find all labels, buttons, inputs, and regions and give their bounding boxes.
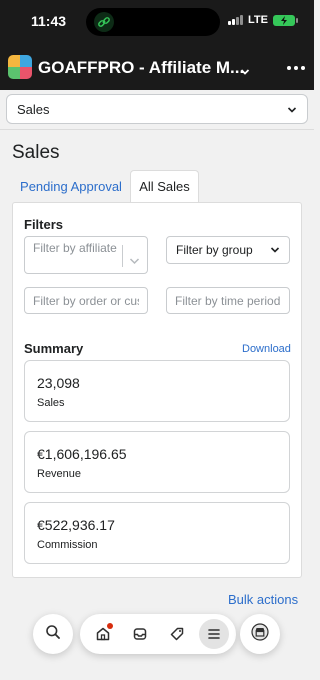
affiliate-filter-placeholder: Filter by affiliate — [33, 241, 117, 255]
metric-value: €522,936.17 — [37, 517, 115, 533]
chevron-down-icon — [129, 252, 140, 270]
app-logo-icon — [8, 55, 32, 79]
metric-value: €1,606,196.65 — [37, 446, 127, 462]
chevron-down-icon — [270, 243, 280, 257]
divider — [0, 129, 314, 130]
download-link[interactable]: Download — [242, 343, 291, 355]
group-filter-select[interactable]: Filter by group — [166, 236, 290, 264]
nav-store-button[interactable] — [240, 614, 280, 654]
metric-card-revenue: €1,606,196.65 Revenue — [24, 431, 290, 493]
nav-orders-button[interactable] — [125, 619, 155, 649]
search-icon — [45, 624, 61, 645]
nav-menu-button[interactable] — [198, 619, 229, 649]
select-separator — [122, 245, 123, 267]
chevron-down-icon — [287, 102, 297, 117]
metric-card-commission: €522,936.17 Commission — [24, 502, 290, 564]
nav-search-button[interactable] — [33, 614, 73, 654]
page-select[interactable]: Sales — [6, 94, 308, 124]
notification-dot — [106, 623, 113, 629]
app-title[interactable]: GOAFFPRO - Affiliate M... — [38, 58, 244, 78]
link-icon — [94, 12, 114, 32]
dynamic-island — [86, 8, 220, 36]
status-indicators: LTE — [228, 14, 298, 26]
metric-card-sales: 23,098 Sales — [24, 360, 290, 422]
menu-icon — [207, 629, 220, 639]
order-customer-filter-input[interactable] — [24, 287, 148, 314]
nav-products-button[interactable] — [162, 619, 192, 649]
filters-title: Filters — [24, 217, 64, 232]
metric-value: 23,098 — [37, 375, 80, 391]
tag-icon — [170, 627, 183, 641]
inbox-icon — [133, 628, 146, 640]
group-filter-label: Filter by group — [176, 243, 253, 257]
bulk-actions-link[interactable]: Bulk actions — [228, 592, 298, 607]
page-title: Sales — [12, 142, 60, 163]
affiliate-filter-select[interactable]: Filter by affiliate — [24, 236, 148, 274]
tab-pending-approval[interactable]: Pending Approval — [16, 170, 126, 202]
metric-label: Sales — [37, 397, 65, 409]
page-select-value: Sales — [17, 101, 50, 117]
metric-label: Commission — [37, 539, 98, 551]
nav-home-button[interactable] — [88, 619, 118, 649]
chevron-down-icon[interactable] — [240, 63, 250, 81]
network-label: LTE — [248, 14, 268, 26]
tab-all-sales[interactable]: All Sales — [130, 170, 199, 202]
store-icon — [251, 622, 269, 646]
summary-title: Summary — [24, 341, 84, 356]
more-options-icon[interactable] — [284, 60, 308, 76]
metric-label: Revenue — [37, 468, 82, 480]
signal-icon — [228, 15, 243, 25]
app-header: 11:43 LTE GOAFFPRO - Affiliate M... — [0, 0, 314, 90]
battery-icon — [272, 14, 298, 26]
status-time: 11:43 — [31, 13, 67, 29]
bottom-nav — [80, 614, 236, 654]
time-period-filter-input[interactable] — [166, 287, 290, 314]
